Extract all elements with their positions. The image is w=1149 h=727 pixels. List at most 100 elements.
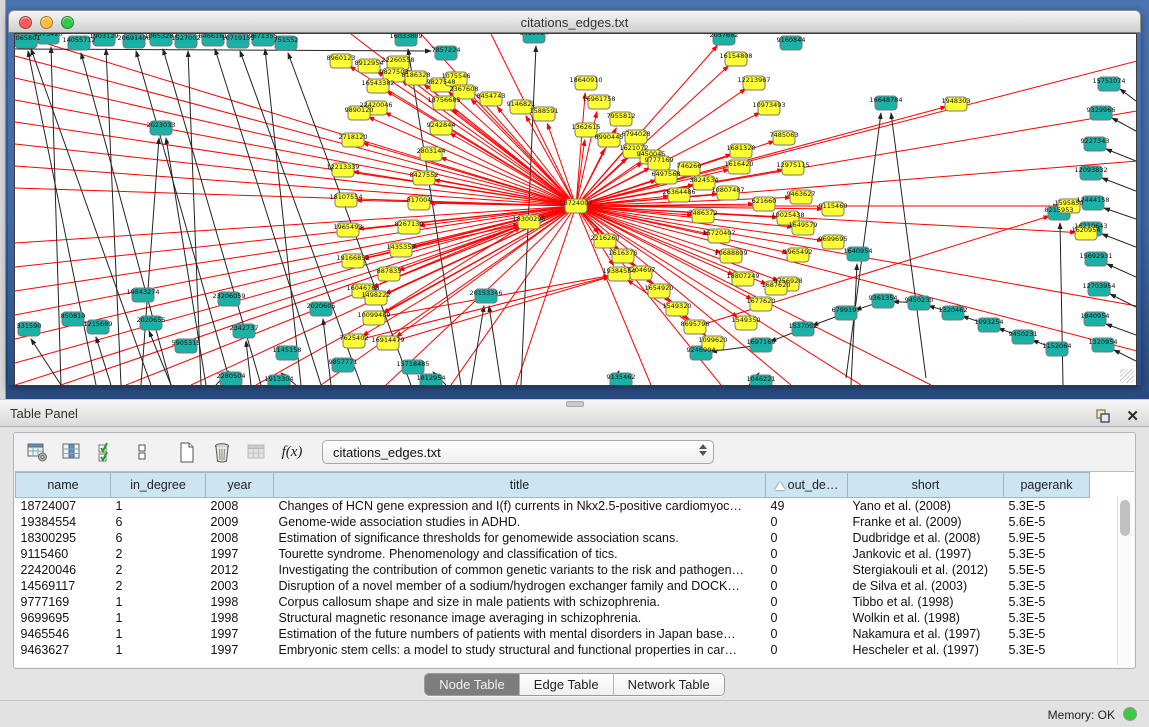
cell-title[interactable]: Disruption of a novel member of a sodium… bbox=[274, 578, 766, 594]
delete-columns-icon[interactable] bbox=[211, 441, 233, 463]
cell-short[interactable]: Hescheler et al. (1997) bbox=[848, 642, 1004, 658]
graph-edge[interactable] bbox=[851, 264, 857, 385]
cell-out_de[interactable]: 0 bbox=[766, 610, 848, 626]
graph-edge[interactable] bbox=[15, 206, 576, 291]
column-header-pagerank[interactable]: pagerank bbox=[1004, 473, 1090, 498]
graph-edge[interactable] bbox=[891, 113, 926, 378]
graph-edge[interactable] bbox=[51, 47, 61, 385]
cell-short[interactable]: Wolkin et al. (1998) bbox=[848, 610, 1004, 626]
graph-edge[interactable] bbox=[368, 117, 576, 206]
table-row[interactable]: 969969511998Structural magnetic resonanc… bbox=[16, 610, 1090, 626]
cell-short[interactable]: Yano et al. (2008) bbox=[848, 498, 1004, 515]
cell-in_degree[interactable]: 1 bbox=[111, 626, 206, 642]
graph-edge[interactable] bbox=[1102, 234, 1136, 247]
table-row[interactable]: 977716911998Corpus callosum shape and si… bbox=[16, 594, 1090, 610]
graph-edge[interactable] bbox=[1112, 118, 1136, 131]
cell-name[interactable]: 22420046 bbox=[16, 562, 111, 578]
graph-edge[interactable] bbox=[1106, 324, 1136, 335]
network-window-titlebar[interactable]: citations_edges.txt bbox=[8, 10, 1141, 33]
cell-name[interactable]: 19384554 bbox=[16, 514, 111, 530]
graph-edge[interactable] bbox=[323, 319, 331, 385]
cell-name[interactable]: 9465546 bbox=[16, 626, 111, 642]
table-row[interactable]: 1456911722003Disruption of a novel membe… bbox=[16, 578, 1090, 594]
table-row[interactable]: 946362711997Embryonic stem cells: a mode… bbox=[16, 642, 1090, 658]
cell-in_degree[interactable]: 1 bbox=[111, 594, 206, 610]
cell-in_degree[interactable]: 1 bbox=[111, 610, 206, 626]
graph-edge[interactable] bbox=[15, 166, 576, 206]
cell-in_degree[interactable]: 6 bbox=[111, 530, 206, 546]
cell-year[interactable]: 1998 bbox=[206, 594, 274, 610]
cell-in_degree[interactable]: 1 bbox=[111, 498, 206, 515]
graph-edge[interactable] bbox=[106, 49, 121, 385]
cell-title[interactable]: Genome‑wide association studies in ADHD. bbox=[274, 514, 766, 530]
cell-name[interactable]: 9463627 bbox=[16, 642, 111, 658]
table-options-icon[interactable] bbox=[26, 441, 48, 463]
show-columns-icon[interactable] bbox=[61, 441, 83, 463]
graph-edge[interactable] bbox=[15, 206, 576, 363]
graph-edge[interactable] bbox=[188, 51, 201, 385]
cell-title[interactable]: Embryonic stem cells: a model to study s… bbox=[274, 642, 766, 658]
graph-edge[interactable] bbox=[1120, 89, 1136, 101]
cell-out_de[interactable]: 0 bbox=[766, 594, 848, 610]
cell-title[interactable]: Investigating the contribution of common… bbox=[274, 562, 766, 578]
graph-edge[interactable] bbox=[265, 49, 301, 385]
select-visible-columns-icon[interactable] bbox=[96, 441, 118, 463]
cell-in_degree[interactable]: 2 bbox=[111, 578, 206, 594]
cell-name[interactable]: 9777169 bbox=[16, 594, 111, 610]
cell-year[interactable]: 1997 bbox=[206, 546, 274, 562]
cell-in_degree[interactable]: 6 bbox=[111, 514, 206, 530]
table-row[interactable]: 1830029562008Estimation of significance … bbox=[16, 530, 1090, 546]
cell-short[interactable]: Jankovic et al. (1997) bbox=[848, 546, 1004, 562]
tab-node-table[interactable]: Node Table bbox=[425, 674, 519, 695]
cell-pagerank[interactable]: 5.3E-5 bbox=[1004, 546, 1090, 562]
graph-edge[interactable] bbox=[846, 113, 881, 378]
cell-pagerank[interactable]: 5.3E-5 bbox=[1004, 626, 1090, 642]
graph-edge[interactable] bbox=[31, 49, 151, 385]
graph-edge[interactable] bbox=[576, 206, 791, 385]
cell-year[interactable]: 2012 bbox=[206, 562, 274, 578]
graph-edge[interactable] bbox=[1104, 208, 1136, 219]
cell-short[interactable]: Dudbridge et al. (2008) bbox=[848, 530, 1004, 546]
graph-edge[interactable] bbox=[450, 133, 576, 206]
cell-in_degree[interactable]: 1 bbox=[111, 642, 206, 658]
function-builder-icon[interactable]: f(x) bbox=[281, 441, 303, 463]
table-row[interactable]: 1872400712008Changes of HCN gene express… bbox=[16, 498, 1090, 515]
column-header-in-degree[interactable]: in_degree bbox=[111, 473, 206, 498]
cell-short[interactable]: Tibbo et al. (1998) bbox=[848, 594, 1004, 610]
cell-year[interactable]: 2008 bbox=[206, 530, 274, 546]
network-canvas[interactable]: 2065801937342014055712190312920691406106… bbox=[14, 33, 1137, 386]
table-vertical-scrollbar[interactable] bbox=[1117, 496, 1132, 665]
cell-year[interactable]: 2008 bbox=[206, 498, 274, 515]
cell-out_de[interactable]: 0 bbox=[766, 626, 848, 642]
panel-splitter-grip[interactable] bbox=[566, 401, 584, 407]
table-row[interactable]: 1938455462009Genome‑wide association stu… bbox=[16, 514, 1090, 530]
cell-short[interactable]: Franke et al. (2009) bbox=[848, 514, 1004, 530]
memory-status-indicator[interactable] bbox=[1123, 707, 1137, 721]
graph-edge[interactable] bbox=[1114, 350, 1136, 361]
network-view-window[interactable]: citations_edges.txt 20658019373420140557… bbox=[8, 10, 1141, 385]
cell-year[interactable]: 1998 bbox=[206, 610, 274, 626]
canvas-resize-grip[interactable] bbox=[1120, 369, 1134, 383]
cell-out_de[interactable]: 0 bbox=[766, 546, 848, 562]
cell-pagerank[interactable]: 5.3E-5 bbox=[1004, 594, 1090, 610]
table-row[interactable]: 946554611997Estimation of the future num… bbox=[16, 626, 1090, 642]
cell-out_de[interactable]: 0 bbox=[766, 642, 848, 658]
column-header-out-degree[interactable]: out_de… bbox=[766, 473, 848, 498]
cell-out_de[interactable]: 0 bbox=[766, 530, 848, 546]
cell-pagerank[interactable]: 5.3E-5 bbox=[1004, 642, 1090, 658]
tab-edge-table[interactable]: Edge Table bbox=[519, 674, 613, 695]
column-header-name[interactable]: name bbox=[16, 473, 111, 498]
cell-out_de[interactable]: 49 bbox=[766, 498, 848, 515]
change-table-mode-icon[interactable] bbox=[131, 441, 153, 463]
cell-name[interactable]: 18300295 bbox=[16, 530, 111, 546]
cell-short[interactable]: de Silva et al. (2003) bbox=[848, 578, 1004, 594]
table-panel-header[interactable]: Table Panel ✕ bbox=[0, 399, 1149, 427]
tab-network-table[interactable]: Network Table bbox=[613, 674, 724, 695]
cell-title[interactable]: Changes of HCN gene expression and I(f) … bbox=[274, 498, 766, 515]
float-window-icon[interactable] bbox=[1092, 405, 1114, 427]
cell-out_de[interactable]: 0 bbox=[766, 578, 848, 594]
graph-edge[interactable] bbox=[81, 53, 171, 385]
table-row[interactable]: 2242004622012Investigating the contribut… bbox=[16, 562, 1090, 578]
citation-graph[interactable]: 2065801937342014055712190312920691406106… bbox=[15, 34, 1136, 385]
cell-pagerank[interactable]: 5.5E-5 bbox=[1004, 562, 1090, 578]
